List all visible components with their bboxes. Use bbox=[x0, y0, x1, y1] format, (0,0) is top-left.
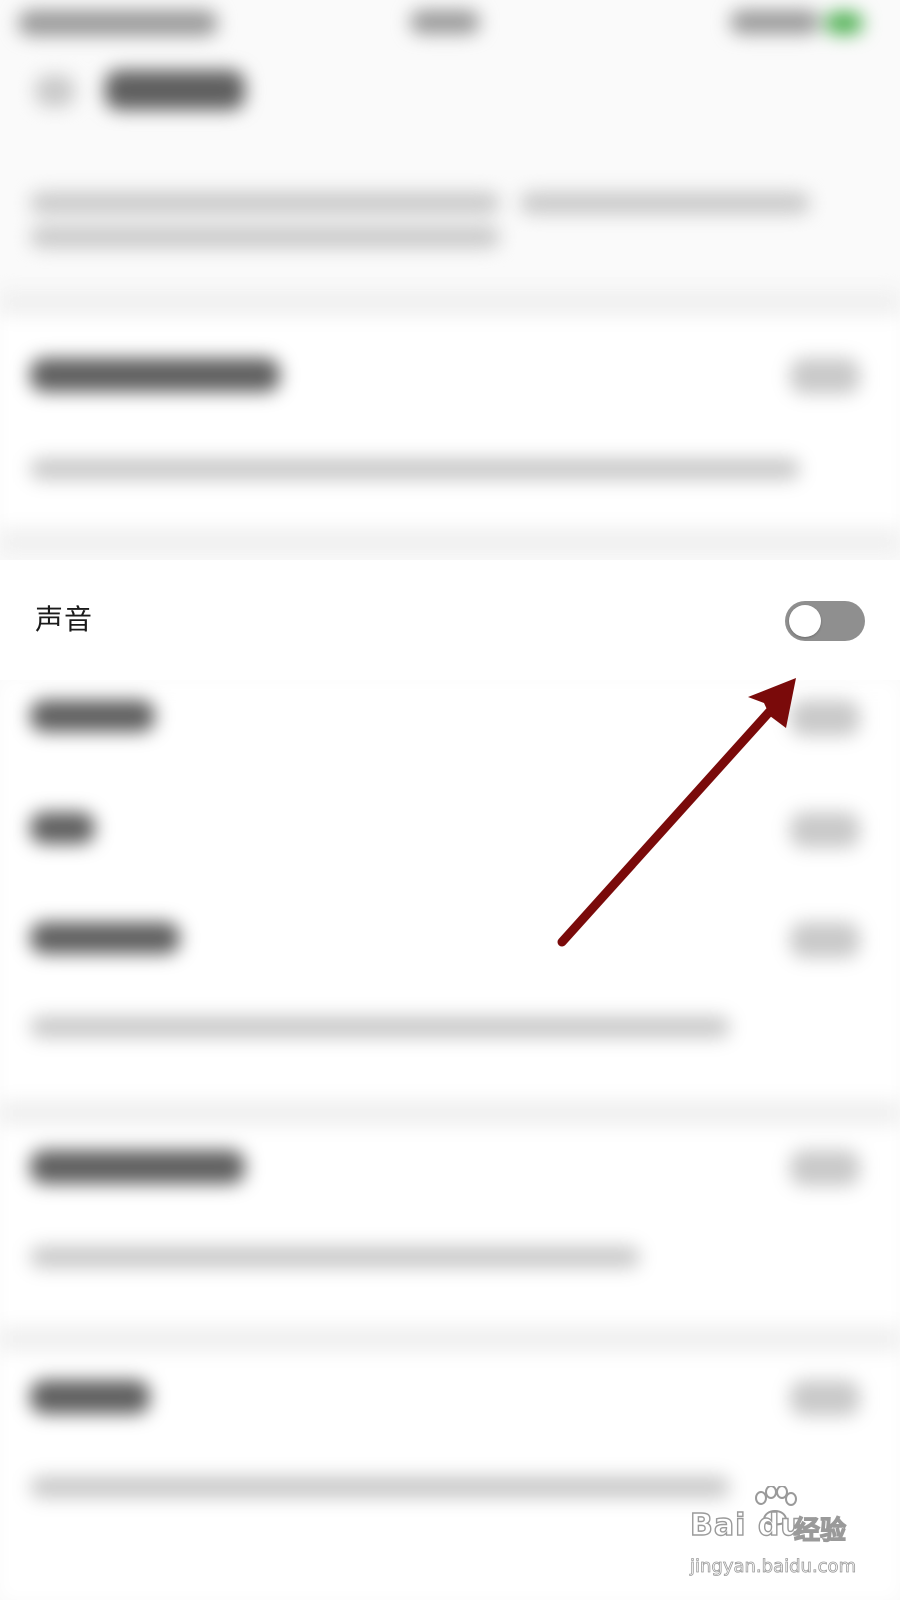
sound-toggle[interactable] bbox=[785, 601, 865, 641]
setting-row-3-title bbox=[30, 700, 155, 732]
battery-icon bbox=[825, 12, 863, 34]
setting-row-5-desc bbox=[30, 1016, 730, 1038]
separator bbox=[0, 528, 900, 554]
status-bar-center bbox=[410, 10, 480, 34]
back-icon bbox=[35, 75, 75, 107]
setting-row-6-title bbox=[30, 1150, 245, 1184]
setting-row-6-desc bbox=[30, 1246, 640, 1268]
description-line-2 bbox=[30, 226, 500, 248]
setting-row-1-title bbox=[30, 358, 280, 392]
setting-row-7-toggle bbox=[790, 1380, 860, 1416]
setting-row-1-toggle bbox=[790, 358, 860, 394]
setting-row-3-toggle bbox=[790, 700, 860, 736]
watermark-url: jingyan.baidu.com bbox=[690, 1556, 857, 1578]
section-1 bbox=[0, 316, 900, 536]
separator bbox=[0, 1326, 900, 1352]
separator bbox=[0, 290, 900, 316]
status-bar-left bbox=[18, 10, 218, 36]
setting-row-6-toggle bbox=[790, 1150, 860, 1186]
blurred-settings-content bbox=[0, 0, 900, 1600]
setting-row-1-desc bbox=[30, 458, 800, 480]
sound-setting-row bbox=[0, 560, 900, 680]
baidu-jingyan-watermark: Bai du 经验 jingyan.baidu.com bbox=[688, 1486, 878, 1586]
setting-row-7-title bbox=[30, 1380, 150, 1414]
setting-row-7-desc bbox=[30, 1476, 730, 1498]
page-title bbox=[105, 70, 245, 110]
setting-row-5-toggle bbox=[790, 922, 860, 958]
status-bar-right bbox=[730, 10, 820, 34]
settings-screen: 声音 Bai du 经验 jingyan.baidu.com bbox=[0, 0, 900, 1600]
setting-row-4-toggle bbox=[790, 812, 860, 848]
description-line-1b bbox=[520, 192, 810, 214]
description-line-1 bbox=[30, 192, 500, 214]
sound-label: 声音 bbox=[35, 603, 94, 636]
watermark-brand: Bai du bbox=[689, 1507, 803, 1543]
watermark-product: 经验 bbox=[793, 1515, 847, 1546]
setting-row-4-title bbox=[30, 812, 95, 844]
toggle-knob bbox=[789, 605, 821, 637]
separator bbox=[0, 1100, 900, 1126]
setting-row-5-title bbox=[30, 922, 180, 954]
